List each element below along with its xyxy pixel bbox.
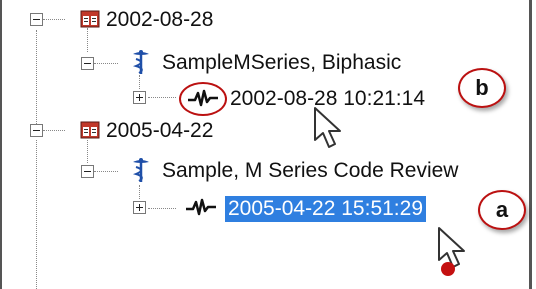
tree-connector <box>94 63 118 64</box>
tree-node-record-selected[interactable]: 2005-04-22 15:51:29 <box>225 194 426 224</box>
collapse-toggle[interactable] <box>30 13 43 26</box>
calendar-icon <box>80 121 100 139</box>
tree-node-patient[interactable]: SampleMSeries, Biphasic <box>162 48 401 78</box>
tree-connector <box>87 28 88 52</box>
callout-label-a: a <box>495 197 509 222</box>
tree-connector <box>36 30 37 130</box>
collapse-toggle[interactable] <box>81 165 94 178</box>
tree-connector <box>43 130 65 131</box>
mouse-pointer-icon <box>314 107 341 148</box>
tree-connector <box>148 97 176 98</box>
tree-node-date[interactable]: 2005-04-22 <box>106 116 213 146</box>
callout-badge-b: b <box>458 68 506 108</box>
tree-connector <box>36 140 37 289</box>
tree-connector <box>94 171 118 172</box>
calendar-icon <box>80 10 100 28</box>
tree-node-patient[interactable]: Sample, M Series Code Review <box>162 156 458 186</box>
caduceus-icon <box>132 158 149 182</box>
callout-badge-a: a <box>478 190 526 230</box>
callout-label-b: b <box>475 75 489 100</box>
collapse-toggle[interactable] <box>30 124 43 137</box>
expand-toggle[interactable] <box>133 201 146 214</box>
waveform-icon <box>188 89 218 107</box>
caduceus-icon <box>132 50 149 74</box>
tree-node-date[interactable]: 2002-08-28 <box>106 5 213 35</box>
waveform-icon <box>186 198 216 216</box>
patient-label: Sample, M Series Code Review <box>162 159 459 182</box>
tree-connector <box>148 208 176 209</box>
expand-toggle[interactable] <box>133 91 146 104</box>
tree-connector <box>43 19 65 20</box>
collapse-toggle[interactable] <box>81 57 94 70</box>
record-label: 2005-04-22 15:51:29 <box>225 196 426 222</box>
tree-connector <box>87 140 88 163</box>
patient-label: SampleMSeries, Biphasic <box>162 51 402 74</box>
click-indicator <box>441 262 455 276</box>
date-label: 2002-08-28 <box>106 8 214 31</box>
tree-connector <box>139 185 140 199</box>
date-label: 2005-04-22 <box>106 119 214 142</box>
tree-connector <box>139 75 140 89</box>
